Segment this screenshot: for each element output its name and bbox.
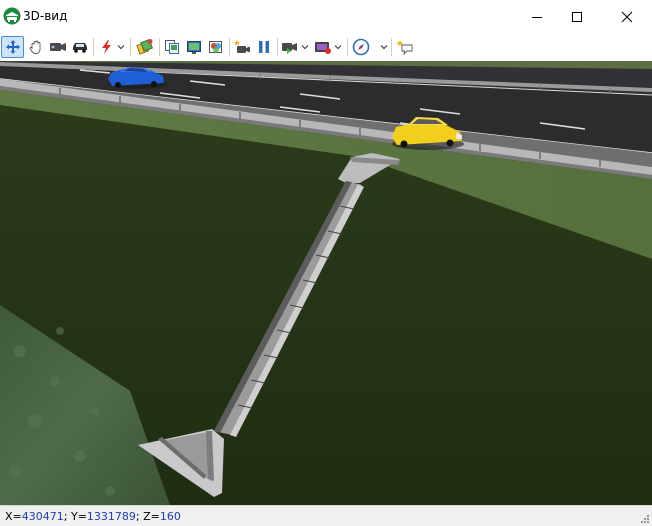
pause-button[interactable]: [254, 36, 274, 58]
add-camera-icon: [234, 40, 250, 53]
color-palette-icon: [209, 41, 222, 53]
3d-viewport[interactable]: [0, 61, 652, 505]
copy-view-icon: [165, 40, 179, 54]
3d-scene: [0, 61, 652, 505]
camera-icon: [50, 43, 66, 51]
car-tool-button[interactable]: [70, 36, 90, 58]
lightning-icon: [101, 40, 111, 54]
toolbar-separator: [159, 38, 160, 56]
maximize-button[interactable]: [554, 0, 600, 33]
y-coord-label: ; Y=: [63, 509, 87, 523]
hand-tool-button[interactable]: [26, 36, 46, 58]
light-note-button[interactable]: [394, 36, 416, 58]
color-palette-button[interactable]: [206, 36, 226, 58]
pan-move-icon: [5, 40, 20, 54]
z-coord-value: 160: [159, 509, 181, 523]
compass-icon: [352, 38, 370, 56]
chevron-down-icon: [380, 45, 388, 50]
close-icon: [621, 11, 633, 22]
chevron-down-icon: [334, 45, 342, 50]
pan-tool-button[interactable]: [1, 36, 24, 58]
window-title: 3D-вид: [23, 9, 68, 23]
z-coord-label: ; Z=: [135, 509, 160, 523]
toolbar-separator: [347, 38, 348, 56]
copy-view-button[interactable]: [162, 36, 182, 58]
compass-dropdown-button[interactable]: [350, 36, 390, 58]
toolbar-separator: [93, 38, 94, 56]
toolbar: [0, 33, 652, 61]
chevron-down-icon: [301, 45, 309, 50]
resize-grip-icon[interactable]: [638, 512, 650, 524]
close-button[interactable]: [604, 0, 650, 33]
status-bar: X= 430471 ; Y= 1331789 ; Z= 160: [0, 505, 652, 526]
layers-paint-button[interactable]: [134, 36, 156, 58]
toolbar-separator: [277, 38, 278, 56]
pause-icon: [259, 41, 269, 53]
maximize-icon: [572, 11, 582, 22]
title-bar: 3D-вид: [0, 0, 652, 33]
x-coord-label: X=: [5, 509, 22, 523]
video-camera-dropdown-button[interactable]: [280, 36, 310, 58]
app-icon: [3, 7, 21, 25]
lightning-dropdown-button[interactable]: [97, 36, 127, 58]
hand-icon: [29, 40, 41, 54]
add-camera-button[interactable]: [232, 36, 252, 58]
toolbar-separator: [229, 38, 230, 56]
camera-tool-button[interactable]: [48, 36, 68, 58]
video-camera-icon: [282, 43, 297, 54]
record-dropdown-button[interactable]: [312, 36, 344, 58]
y-coord-value: 1331789: [86, 509, 136, 523]
toolbar-separator: [130, 38, 131, 56]
layers-paint-icon: [136, 39, 153, 55]
toolbar-separator: [391, 38, 392, 56]
screenshot-icon: [187, 41, 201, 54]
minimize-icon: [532, 16, 542, 18]
light-note-icon: [396, 40, 413, 55]
x-coord-value: 430471: [21, 509, 64, 523]
screenshot-button[interactable]: [184, 36, 204, 58]
chevron-down-icon: [117, 45, 124, 50]
car-icon: [73, 43, 87, 53]
record-icon: [315, 42, 331, 54]
